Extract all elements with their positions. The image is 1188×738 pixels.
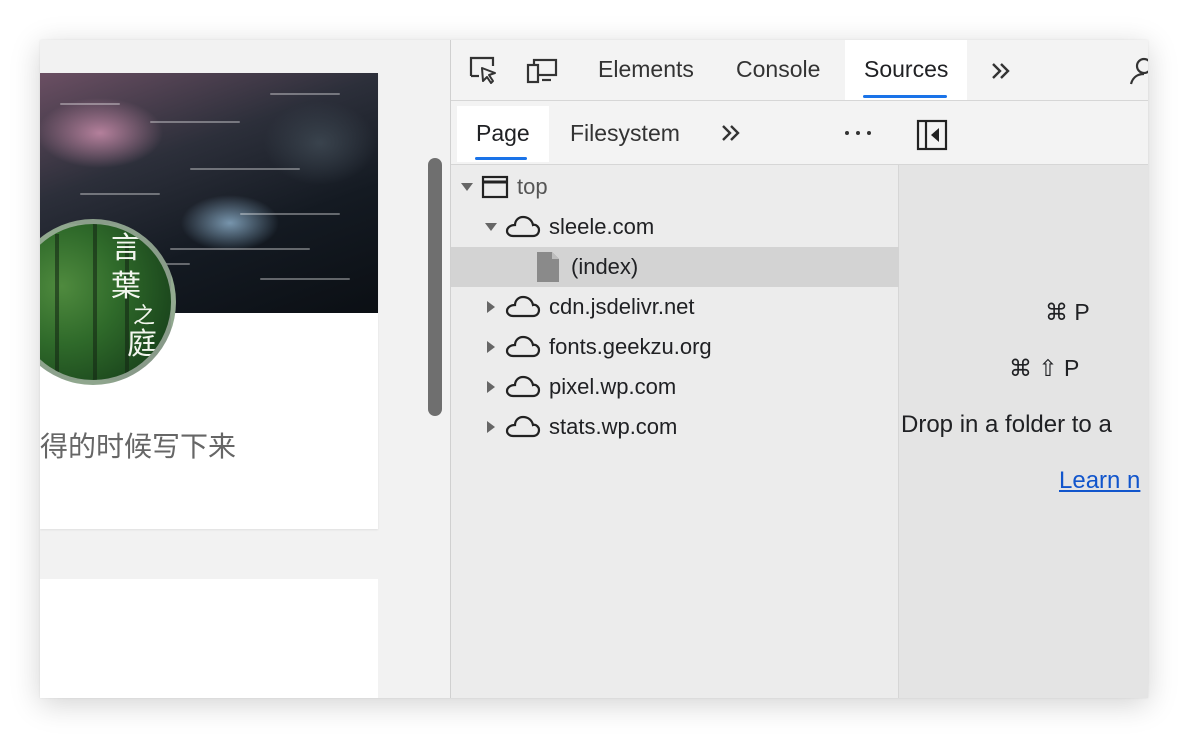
- web-page-viewport: 言 葉 之 庭 得的时候写下来: [40, 40, 450, 698]
- app-window: 言 葉 之 庭 得的时候写下来 Elements Console Sources…: [40, 40, 1148, 698]
- tree-item-file[interactable]: (index): [451, 247, 899, 287]
- triangle-right-icon[interactable]: [483, 299, 499, 315]
- cloud-icon: [505, 415, 541, 438]
- sources-editor-pane: ⌘ P ⌘ ⇧ P Drop in a folder to a Learn n: [899, 101, 1148, 698]
- triangle-right-icon[interactable]: [483, 379, 499, 395]
- user-profile-icon[interactable]: [1127, 54, 1148, 88]
- device-toolbar-icon[interactable]: [525, 54, 559, 88]
- triangle-right-icon[interactable]: [483, 419, 499, 435]
- cover-glyph: 言: [111, 231, 141, 266]
- frame-window-icon: [481, 175, 509, 199]
- tree-item-origin[interactable]: fonts.geekzu.org: [451, 327, 899, 367]
- more-tabs-chevron-icon[interactable]: [985, 54, 1019, 88]
- tree-item-label: fonts.geekzu.org: [549, 334, 712, 359]
- editor-toolbar: [899, 101, 1148, 165]
- tree-item-label: (index): [571, 254, 639, 279]
- more-navigator-tabs-chevron-icon[interactable]: [715, 116, 749, 150]
- triangle-down-icon[interactable]: [483, 219, 499, 235]
- tab-sources[interactable]: Sources: [845, 40, 968, 100]
- tree-item-origin[interactable]: sleele.com: [451, 207, 899, 247]
- cover-glyph: 庭: [127, 327, 157, 362]
- sources-navigator: Page Filesystem top sleele.com (index) c…: [451, 101, 899, 698]
- toggle-navigator-icon[interactable]: [915, 118, 949, 152]
- tree-item-label: sleele.com: [549, 214, 655, 239]
- cloud-icon: [505, 335, 541, 358]
- shortcut-run-command: ⌘ ⇧ P: [1009, 355, 1080, 381]
- cloud-icon: [505, 215, 541, 238]
- tree-item-origin[interactable]: stats.wp.com: [451, 407, 899, 447]
- triangle-down-icon[interactable]: [459, 179, 475, 195]
- tab-console[interactable]: Console: [717, 40, 839, 100]
- tree-item-label: top: [517, 174, 548, 199]
- triangle-right-icon[interactable]: [483, 339, 499, 355]
- tree-item-label: cdn.jsdelivr.net: [549, 294, 695, 319]
- tab-filesystem[interactable]: Filesystem: [551, 106, 699, 162]
- devtools-panel: Elements Console Sources Page Filesystem: [450, 40, 1148, 698]
- document-file-icon: [537, 252, 559, 282]
- tab-page[interactable]: Page: [457, 106, 549, 162]
- inspect-element-icon[interactable]: [467, 54, 501, 88]
- cover-glyph: 之: [133, 304, 156, 329]
- post-card[interactable]: [40, 579, 378, 698]
- drop-folder-hint: Drop in a folder to a: [901, 411, 1112, 438]
- post-excerpt: 得的时候写下来: [40, 430, 237, 463]
- cover-glyph: 葉: [111, 269, 141, 304]
- tree-item-origin[interactable]: pixel.wp.com: [451, 367, 899, 407]
- shortcut-open-file: ⌘ P: [1045, 299, 1090, 325]
- tab-elements[interactable]: Elements: [579, 40, 713, 100]
- post-card[interactable]: 言 葉 之 庭 得的时候写下来: [40, 73, 378, 529]
- more-options-icon[interactable]: [841, 116, 875, 150]
- file-tree: top sleele.com (index) cdn.jsdelivr.net …: [451, 167, 899, 447]
- navigator-toolbar: Page Filesystem: [451, 101, 899, 165]
- tree-item-origin[interactable]: cdn.jsdelivr.net: [451, 287, 899, 327]
- cloud-icon: [505, 295, 541, 318]
- cloud-icon: [505, 375, 541, 398]
- tree-item-label: stats.wp.com: [549, 414, 678, 439]
- learn-more-link[interactable]: Learn n: [1059, 467, 1140, 495]
- devtools-main-toolbar: Elements Console Sources: [451, 40, 1148, 101]
- page-scrollbar[interactable]: [428, 158, 442, 416]
- tree-item-top[interactable]: top: [451, 167, 899, 207]
- tree-item-label: pixel.wp.com: [549, 374, 677, 399]
